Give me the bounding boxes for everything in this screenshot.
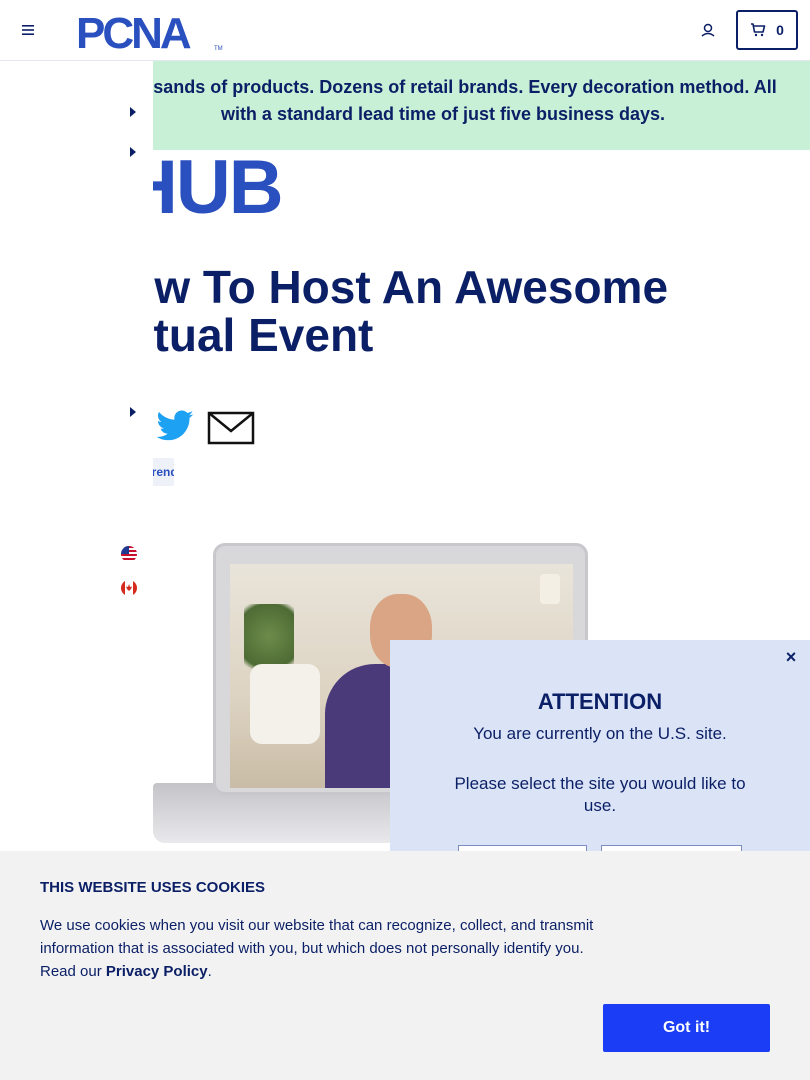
promo-banner-text: Thousands of products. Dozens of retail …: [153, 77, 777, 124]
promo-banner: Thousands of products. Dozens of retail …: [153, 61, 810, 150]
cookie-period: .: [207, 963, 212, 980]
cookie-banner: THIS WEBSITE USES COOKIES We use cookies…: [0, 851, 810, 1080]
share-twitter-button[interactable]: [155, 410, 195, 444]
logo-text: PCNA: [76, 10, 191, 52]
site-select-modal: × ATTENTION You are currently on the U.S…: [390, 640, 810, 855]
twitter-icon: [156, 410, 194, 441]
canada-flag-icon[interactable]: [121, 580, 137, 596]
article-tag-label: Trends: [153, 465, 174, 479]
article-title: How To Host An Awesome Virtual Event: [153, 261, 669, 361]
privacy-policy-link[interactable]: Privacy Policy: [106, 963, 208, 980]
caret-right-icon[interactable]: [129, 107, 137, 117]
hamburger-icon: [22, 25, 34, 35]
mail-icon: [207, 411, 255, 445]
cookie-title: THIS WEBSITE USES COOKIES: [40, 879, 266, 896]
cart-count: 0: [776, 22, 784, 38]
modal-current-site-text: You are currently on the U.S. site.: [473, 724, 727, 743]
us-flag-icon[interactable]: [121, 546, 137, 562]
close-icon[interactable]: ×: [782, 648, 800, 666]
account-button[interactable]: [697, 20, 719, 42]
user-icon: [701, 23, 715, 37]
menu-button[interactable]: [18, 20, 38, 40]
article-tag[interactable]: Trends: [153, 458, 174, 486]
got-it-button[interactable]: Got it!: [603, 1004, 770, 1052]
modal-instruction-text: Please select the site you would like to…: [454, 774, 746, 815]
chair: [250, 664, 320, 744]
pcna-logo-mark: PCNA TM: [76, 9, 223, 58]
caret-right-icon[interactable]: [129, 147, 137, 157]
logo-tm: TM: [214, 46, 223, 52]
modal-title: ATTENTION: [537, 689, 663, 714]
side-menu-panel: [0, 61, 153, 851]
hub-logo[interactable]: HUB: [153, 156, 282, 220]
cart-button[interactable]: 0: [736, 10, 798, 50]
lamp: [540, 574, 560, 604]
caret-right-icon[interactable]: [129, 407, 137, 417]
cart-icon: [751, 23, 766, 37]
site-header: PCNA TM 0: [0, 0, 810, 61]
pcna-logo[interactable]: PCNA TM: [76, 9, 226, 58]
cookie-text: We use cookies when you visit our websit…: [40, 914, 610, 983]
share-email-button[interactable]: [207, 410, 255, 446]
